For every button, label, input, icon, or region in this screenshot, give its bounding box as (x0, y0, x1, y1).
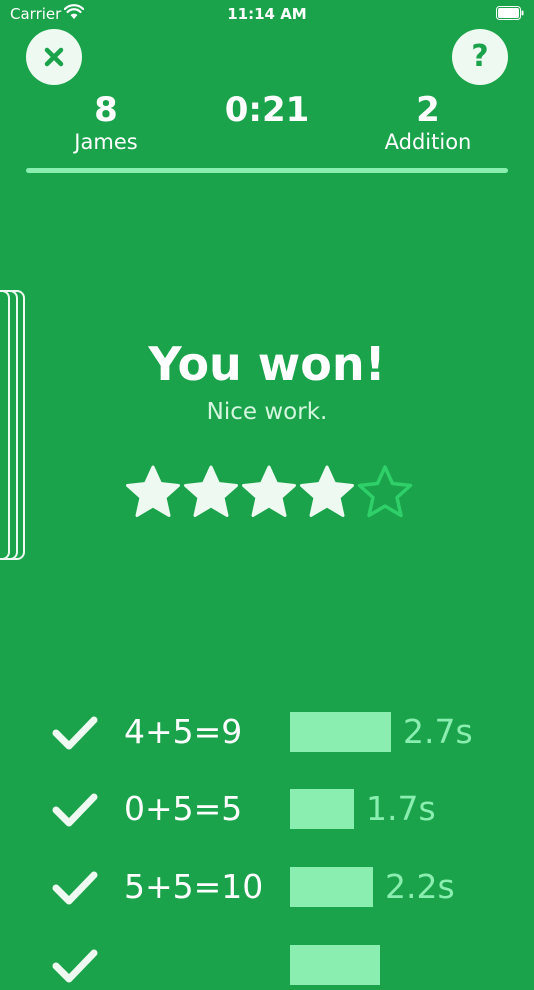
checkmark-icon (52, 790, 98, 830)
battery-icon (496, 6, 524, 20)
list-item (0, 940, 534, 990)
level-stat: 2 Addition (368, 90, 488, 154)
player-name: James (74, 130, 138, 154)
close-button[interactable] (26, 29, 82, 85)
result-title: You won! (148, 337, 386, 391)
time-label: 2.2s (385, 867, 455, 906)
help-button[interactable]: ? (452, 29, 508, 85)
status-bar: Carrier 11:14 AM (0, 0, 534, 30)
progress-bar (26, 168, 508, 173)
list-item: 4+5=9 2.7s (0, 707, 534, 757)
equation: 4+5=9 (124, 712, 243, 751)
time-bar (290, 867, 373, 907)
close-icon (44, 47, 64, 67)
level-number: 2 (416, 90, 440, 130)
question-icon: ? (471, 39, 489, 74)
status-time: 11:14 AM (227, 5, 307, 23)
player-score: 8 (94, 90, 118, 130)
time-label: 2.7s (403, 712, 473, 751)
timer: 0:21 (224, 90, 310, 130)
star-filled-icon (182, 464, 240, 520)
checkmark-icon (52, 946, 98, 986)
time-bar (290, 712, 391, 752)
mode-name: Addition (384, 130, 472, 154)
list-item: 0+5=5 1.7s (0, 784, 534, 834)
timer-stat: 0:21 (200, 90, 334, 130)
star-filled-icon (240, 464, 298, 520)
star-filled-icon (124, 464, 182, 520)
equation: 0+5=5 (124, 789, 243, 828)
player-stat: 8 James (56, 90, 156, 154)
list-item: 5+5=10 2.2s (0, 862, 534, 912)
star-empty-icon (356, 464, 414, 520)
result-subtitle: Nice work. (206, 399, 328, 425)
time-label: 1.7s (366, 789, 436, 828)
equation: 5+5=10 (124, 867, 264, 906)
time-bar (290, 789, 354, 829)
star-filled-icon (298, 464, 356, 520)
checkmark-icon (52, 868, 98, 908)
time-bar (290, 945, 380, 985)
checkmark-icon (52, 713, 98, 753)
